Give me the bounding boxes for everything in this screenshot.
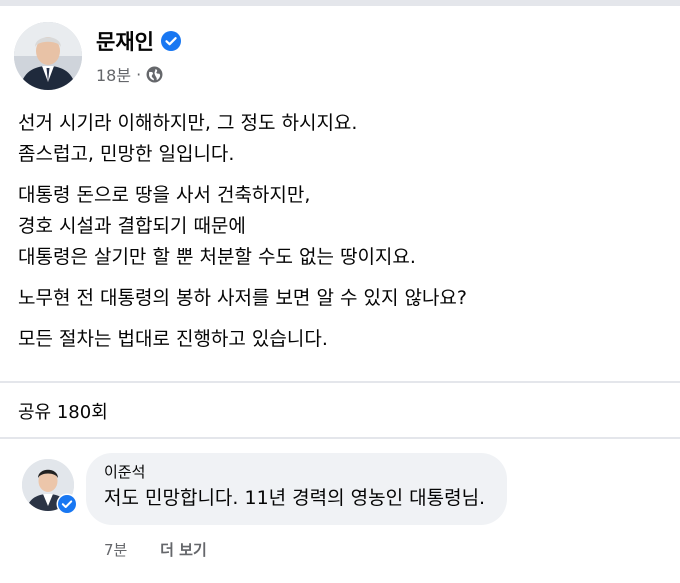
post-line: 모든 절차는 법대로 진행하고 있습니다. [18,328,328,350]
post-paragraph: 노무현 전 대통령의 봉하 사저를 보면 알 수 있지 않나요? [18,283,658,314]
post-line: 대통령 돈으로 땅을 사서 건축하지만, [18,184,311,206]
post-line: 경호 시설과 결합되기 때문에 [18,215,246,237]
commenter-avatar-wrap[interactable] [22,459,78,515]
top-divider [0,0,680,6]
comment-text: 저도 민망합니다. 11년 경력의 영농인 대통령님. [104,487,486,509]
post-line: 대통령은 살기만 할 뿐 처분할 수도 없는 땅이지요. [18,246,416,268]
comment-bubble: 이준석 저도 민망합니다. 11년 경력의 영농인 대통령님. [86,453,508,525]
share-count[interactable]: 공유 180회 [18,398,108,424]
section-divider [0,437,680,439]
post-line: 선거 시기라 이해하지만, 그 정도 하시지요. [18,112,358,134]
commenter-verified-icon [56,493,78,515]
post-paragraph: 대통령 돈으로 땅을 사서 건축하지만, 경호 시설과 결합되기 때문에 대통령… [18,180,658,273]
post-line: 좀스럽고, 민망한 일입니다. [18,143,235,165]
author-name-row: 문재인 [96,26,181,56]
post-body: 선거 시기라 이해하지만, 그 정도 하시지요. 좀스럽고, 민망한 일입니다.… [18,108,658,365]
comment-time[interactable]: 7분 [104,541,127,559]
post-line: 노무현 전 대통령의 봉하 사저를 보면 알 수 있지 않나요? [18,287,468,309]
author-name[interactable]: 문재인 [96,26,154,56]
see-more-link[interactable]: 더 보기 [160,541,207,559]
section-divider [0,381,680,383]
post-time[interactable]: 18분 [96,62,131,86]
author-avatar-portrait [14,22,82,90]
comment-actions: 7분 더 보기 [104,539,207,560]
commenter-name[interactable]: 이준석 [104,461,485,483]
globe-icon[interactable] [146,66,163,83]
post-header: 문재인 18분 · [14,22,654,92]
author-avatar[interactable] [14,22,82,90]
verified-badge-icon [160,31,181,51]
post-paragraph: 모든 절차는 법대로 진행하고 있습니다. [18,324,658,355]
meta-separator: · [136,64,142,84]
post-meta: 18분 · [96,62,163,86]
post-paragraph: 선거 시기라 이해하지만, 그 정도 하시지요. 좀스럽고, 민망한 일입니다. [18,108,658,170]
